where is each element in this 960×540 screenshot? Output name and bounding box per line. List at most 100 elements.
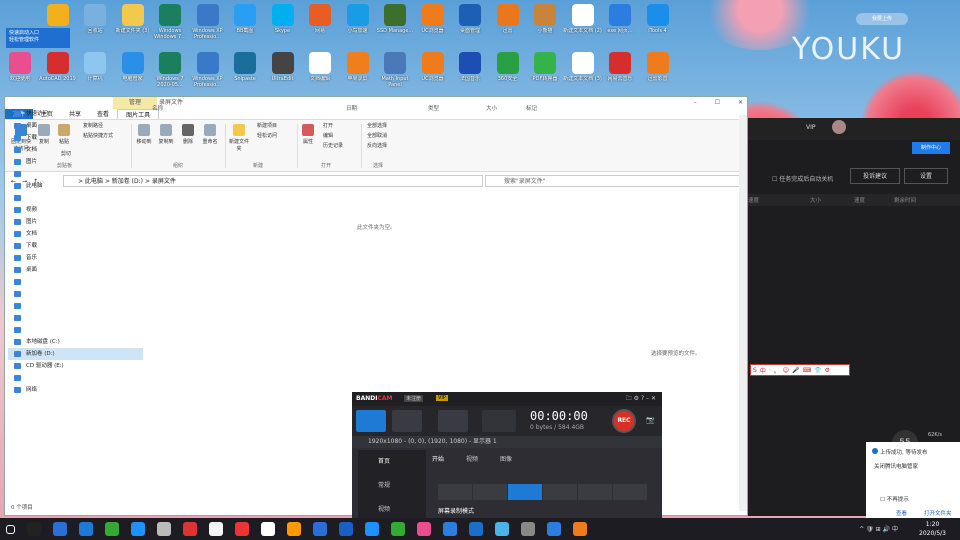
desktop-icon[interactable]: 文档编辑 [302, 52, 338, 96]
window-controls[interactable]: 🗀 ⚙ ? – ✕ [626, 394, 656, 404]
taskbar-app-icon[interactable] [235, 522, 249, 536]
select-all-button[interactable]: 全部选择 [367, 122, 387, 129]
history-button[interactable]: 历史记录 [323, 142, 343, 149]
nav-item[interactable] [8, 324, 143, 336]
search-input[interactable]: 搜索"录屏文件" [485, 175, 741, 187]
taskbar-app-icon[interactable] [105, 522, 119, 536]
bandicam-side-item[interactable]: 首页 [358, 450, 426, 474]
column-header[interactable]: 名称 [152, 104, 163, 112]
system-tray[interactable]: ^ 🛡 ⊞ 🔊 中 [859, 524, 898, 533]
taskbar-app-icon[interactable] [417, 522, 431, 536]
desktop-icon[interactable]: SSD Manage... [377, 4, 413, 48]
desktop-icon[interactable]: 法国音乐 [452, 52, 488, 96]
taskbar-app-icon[interactable] [131, 522, 145, 536]
column-header[interactable]: 类型 [428, 104, 439, 112]
desktop-icon[interactable]: 迅雷影音 [640, 52, 676, 96]
desktop-icon[interactable]: 苹果录屏 [340, 52, 376, 96]
ime-button[interactable]: 。 [774, 366, 780, 375]
avatar[interactable] [832, 120, 846, 134]
taskbar-app-icon[interactable] [469, 522, 483, 536]
rename-button[interactable]: 重命名 [201, 124, 219, 145]
taskbar-app-icon[interactable] [365, 522, 379, 536]
bandicam-tab[interactable]: 视频 [466, 454, 478, 463]
settings-button[interactable]: 设置 [904, 168, 948, 184]
taskbar-app-icon[interactable] [443, 522, 457, 536]
nav-item[interactable]: 桌面 [8, 264, 143, 276]
taskbar-app-icon[interactable] [79, 522, 93, 536]
nav-item[interactable]: 下载 [8, 240, 143, 252]
nav-item[interactable]: 新加卷 (D:) [8, 348, 143, 360]
nav-item[interactable] [8, 288, 143, 300]
desktop-icon[interactable]: 小熊猫 [527, 4, 563, 48]
new-folder-button[interactable]: 新建文件夹 [229, 124, 249, 152]
desktop-icon[interactable]: 小鸟加速 [340, 4, 376, 48]
easy-access-button[interactable]: 轻松访问 [257, 132, 277, 139]
taskbar-app-icon[interactable] [495, 522, 509, 536]
invert-selection-button[interactable]: 反向选择 [367, 142, 387, 149]
nav-item[interactable]: 图片 [8, 156, 143, 168]
desktop-icon[interactable]: BB截图 [227, 4, 263, 48]
taskbar-app-icon[interactable] [313, 522, 327, 536]
open-folder-link[interactable]: 打开文件夹 [924, 509, 952, 517]
bandicam-tab[interactable]: 开始 [432, 454, 444, 463]
desktop-icon[interactable]: Windows XP Professio... [190, 52, 226, 96]
nav-item[interactable] [8, 300, 143, 312]
rec-button[interactable]: REC [612, 409, 636, 433]
nav-item[interactable] [8, 312, 143, 324]
desktop-icon[interactable]: UltraEdit [265, 52, 301, 96]
ime-button[interactable]: 中 [760, 366, 766, 375]
open-button[interactable]: 打开 [323, 122, 333, 129]
quick-access-tip[interactable]: 快速启动入口 轻松管理软件 [6, 28, 70, 48]
nav-item[interactable]: 文档 [8, 228, 143, 240]
ime-button[interactable]: ☺ [783, 367, 789, 374]
desktop-icon[interactable]: AutoCAD 2019 [39, 52, 76, 96]
nav-item[interactable]: 此电脑 [8, 180, 143, 192]
taskbar-app-icon[interactable] [287, 522, 301, 536]
taskbar-app-icon[interactable] [261, 522, 275, 536]
taskbar-app-icon[interactable] [391, 522, 405, 536]
nav-item[interactable]: 本地磁盘 (C:) [8, 336, 143, 348]
desktop-icon[interactable]: Snipaste [227, 52, 263, 96]
scrollbar[interactable] [739, 115, 747, 511]
new-item-button[interactable]: 新建项目 [257, 122, 277, 129]
close-icon[interactable]: ✕ [738, 97, 743, 109]
rect-mode-icon[interactable] [473, 484, 508, 500]
desktop-icon[interactable]: 新建文件夹 (3) [115, 4, 151, 48]
game-mode-icon[interactable] [578, 484, 613, 500]
device-mode-icon[interactable] [613, 484, 648, 500]
desktop-icon[interactable]: UC浏览器 [415, 4, 451, 48]
nav-item[interactable]: CD 驱动器 (E:) [8, 360, 143, 372]
ime-button[interactable]: · [769, 367, 771, 374]
notification-body[interactable]: 关闭腾讯电脑管家 [874, 462, 918, 470]
upload-center-button[interactable]: 制作中心 [912, 142, 950, 154]
desktop-icon[interactable]: 桌面管理 [452, 4, 488, 48]
youku-upload-button[interactable]: 我要上传 [856, 13, 908, 25]
bandicam-tab[interactable]: 图像 [500, 454, 512, 463]
no-show-checkbox[interactable]: ☐ 不再提示 [880, 495, 909, 503]
resolution-bar[interactable]: 1920x1080 - (0, 0), (1920, 1080) - 显示器 1 [352, 436, 662, 448]
column-header[interactable]: 标记 [526, 104, 537, 112]
desktop-icon[interactable]: 网易 [302, 4, 338, 48]
taskbar-app-icon[interactable] [157, 522, 171, 536]
nav-item[interactable] [8, 276, 143, 288]
taskbar-app-icon[interactable] [521, 522, 535, 536]
audio-webcam-controls[interactable] [482, 410, 516, 432]
nav-item[interactable]: 快速访问 [8, 108, 143, 120]
game-mode-button[interactable] [392, 410, 422, 432]
clock[interactable]: 1:20 2020/5/3 [919, 520, 946, 538]
desktop-icon[interactable]: UC浏览器 [415, 52, 451, 96]
view-link[interactable]: 查看 [896, 509, 907, 517]
desktop-icon[interactable]: Windows 7 2020-05... [152, 52, 188, 96]
maximize-icon[interactable]: ☐ [715, 97, 720, 109]
taskbar-app-icon[interactable] [339, 522, 353, 536]
desktop-icon[interactable]: 计算机 [77, 52, 113, 96]
taskbar-app-icon[interactable] [27, 522, 41, 536]
desktop-icon[interactable]: 新建文本文档 (2) [563, 4, 602, 48]
vip-badge[interactable]: VIP [436, 395, 448, 401]
desktop-icon[interactable]: Math Input Panel [377, 52, 413, 96]
ime-button[interactable]: 🎤 [792, 367, 799, 374]
ime-button[interactable]: ⚙ [825, 367, 830, 374]
nav-item[interactable]: 图片 [8, 216, 143, 228]
nav-item[interactable] [8, 168, 143, 180]
ime-button[interactable]: ⌨ [803, 367, 812, 374]
